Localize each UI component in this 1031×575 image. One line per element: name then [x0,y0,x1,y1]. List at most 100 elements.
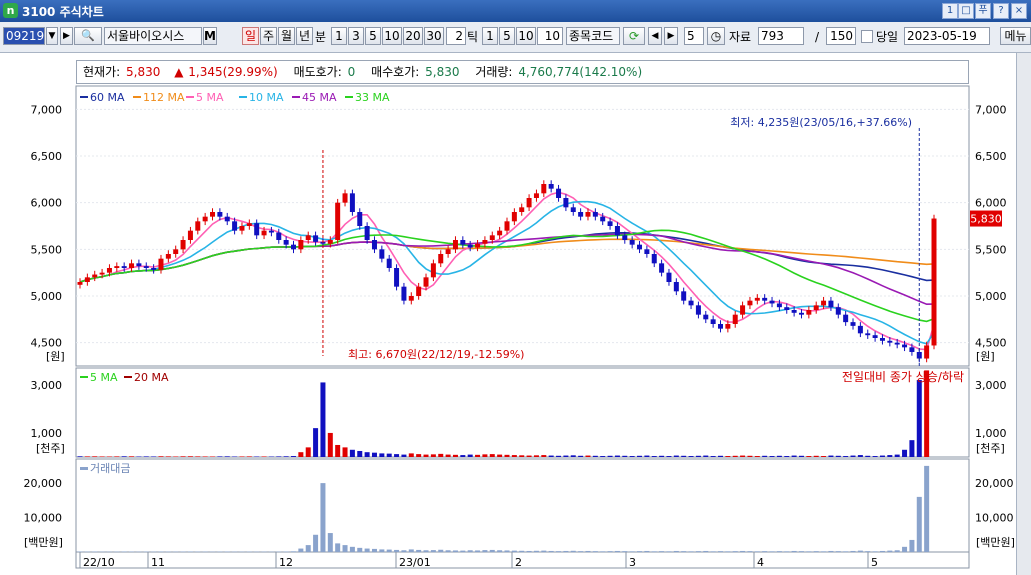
candle-body [379,249,385,259]
volume-bar [129,456,135,457]
candle-body [747,300,753,306]
candle-body [776,303,782,308]
trading-value-bar [320,483,326,552]
candle-body [585,212,591,217]
volume-bar [313,428,319,457]
x-axis-label: 23/01 [399,556,431,569]
candle-body [798,312,804,315]
volume-bar [151,456,157,457]
price-axis-tick-left: 6,500 [31,150,63,163]
trading-value-bar [283,551,289,552]
volume-bar [408,453,414,457]
trading-value-bar [865,551,871,552]
volume-bar [430,454,436,457]
candle-body [740,305,746,315]
trading-value-bar [408,549,414,552]
legend-swatch [345,96,353,98]
volume-bar [902,449,908,457]
candle-body [791,310,797,313]
volume-bar [187,456,193,457]
trading-value-bar [445,550,451,552]
trading-value-bar [570,550,576,552]
trading-value-bar [644,550,650,552]
volume-bar [511,455,517,457]
candle-body [681,291,687,301]
volume-axis-tick-right: 3,000 [975,379,1007,392]
volume-bar [541,455,547,457]
trading-value-bar [585,550,591,552]
volume-bar [386,453,392,457]
candle-body [857,325,863,334]
trading-value-bar [872,551,878,552]
volume-bar [526,455,532,457]
trading-value-bar [526,550,532,552]
legend-swatch [133,96,141,98]
x-axis-label: 4 [757,556,764,569]
candle-body [173,249,179,254]
candle-body [725,324,731,329]
candle-body [475,243,481,248]
trading-value-bar [313,534,319,552]
trading-value-bar [754,551,760,552]
volume-bar [622,455,628,457]
trading-value-bar [688,551,694,552]
trading-value-bar [614,550,620,552]
trading-value-bar [158,551,164,552]
candle-body [482,240,488,244]
volume-bar [850,455,856,457]
candle-body [570,207,576,212]
trading-value-bar [725,551,731,552]
trading-value-bar [791,550,797,552]
candle-body [489,235,495,240]
value-legend: 거래대금 [90,462,130,475]
volume-bar [533,455,539,457]
candle-body [872,335,878,338]
trading-value-bar [386,549,392,552]
candle-body [313,235,319,242]
volume-bar [828,455,834,457]
price-axis-tick-right: 6,500 [975,150,1007,163]
candle-body [445,249,451,254]
volume-bar [165,456,171,457]
price-axis-tick-right: 7,000 [975,103,1007,116]
stock-chart[interactable]: 7,000 7,000 6,500 6,500 6,000 6,000 5,500 5,500… [0,0,1031,575]
x-axis-label: 12 [279,556,293,569]
price-axis-tick-left: 4,500 [31,337,63,350]
candle-body [99,272,105,275]
trading-value-bar [504,550,510,552]
trading-value-bar [762,551,768,552]
trading-value-bar [747,551,753,552]
price-legend-item: 60 MA [90,91,125,104]
price-legend-item: 10 MA [249,91,284,104]
candle-body [659,263,665,273]
volume-bar [637,455,643,457]
candle-body [931,218,937,346]
volume-bar [180,456,186,457]
volume-bar [335,444,341,457]
candle-body [239,226,245,231]
candle-body [408,296,414,301]
trading-value-bar [835,551,841,552]
trading-value-bar [467,550,473,552]
candle-body [887,340,893,343]
trading-value-bar [342,545,348,552]
trading-value-bar [769,551,775,552]
volume-bar [77,456,83,457]
candle-body [460,240,466,245]
trading-value-bar [291,551,296,552]
trading-value-bar [452,550,458,552]
candle-body [902,344,908,348]
candle-body [924,345,930,359]
candle-body [210,212,216,217]
annotation-high: 최저: 4,235원(23/05/16,+37.66%) [730,116,912,129]
trading-value-bar [121,551,127,552]
volume-bar [681,455,687,457]
volume-bar [703,455,709,457]
trading-value-bar [879,550,885,552]
price-axis-tick-left: 5,000 [31,290,63,303]
value-unit-right: [백만원] [976,536,1015,549]
candle-body [276,232,282,240]
candle-body [614,226,620,236]
candle-body [710,319,716,324]
trading-value-bar [673,550,679,552]
